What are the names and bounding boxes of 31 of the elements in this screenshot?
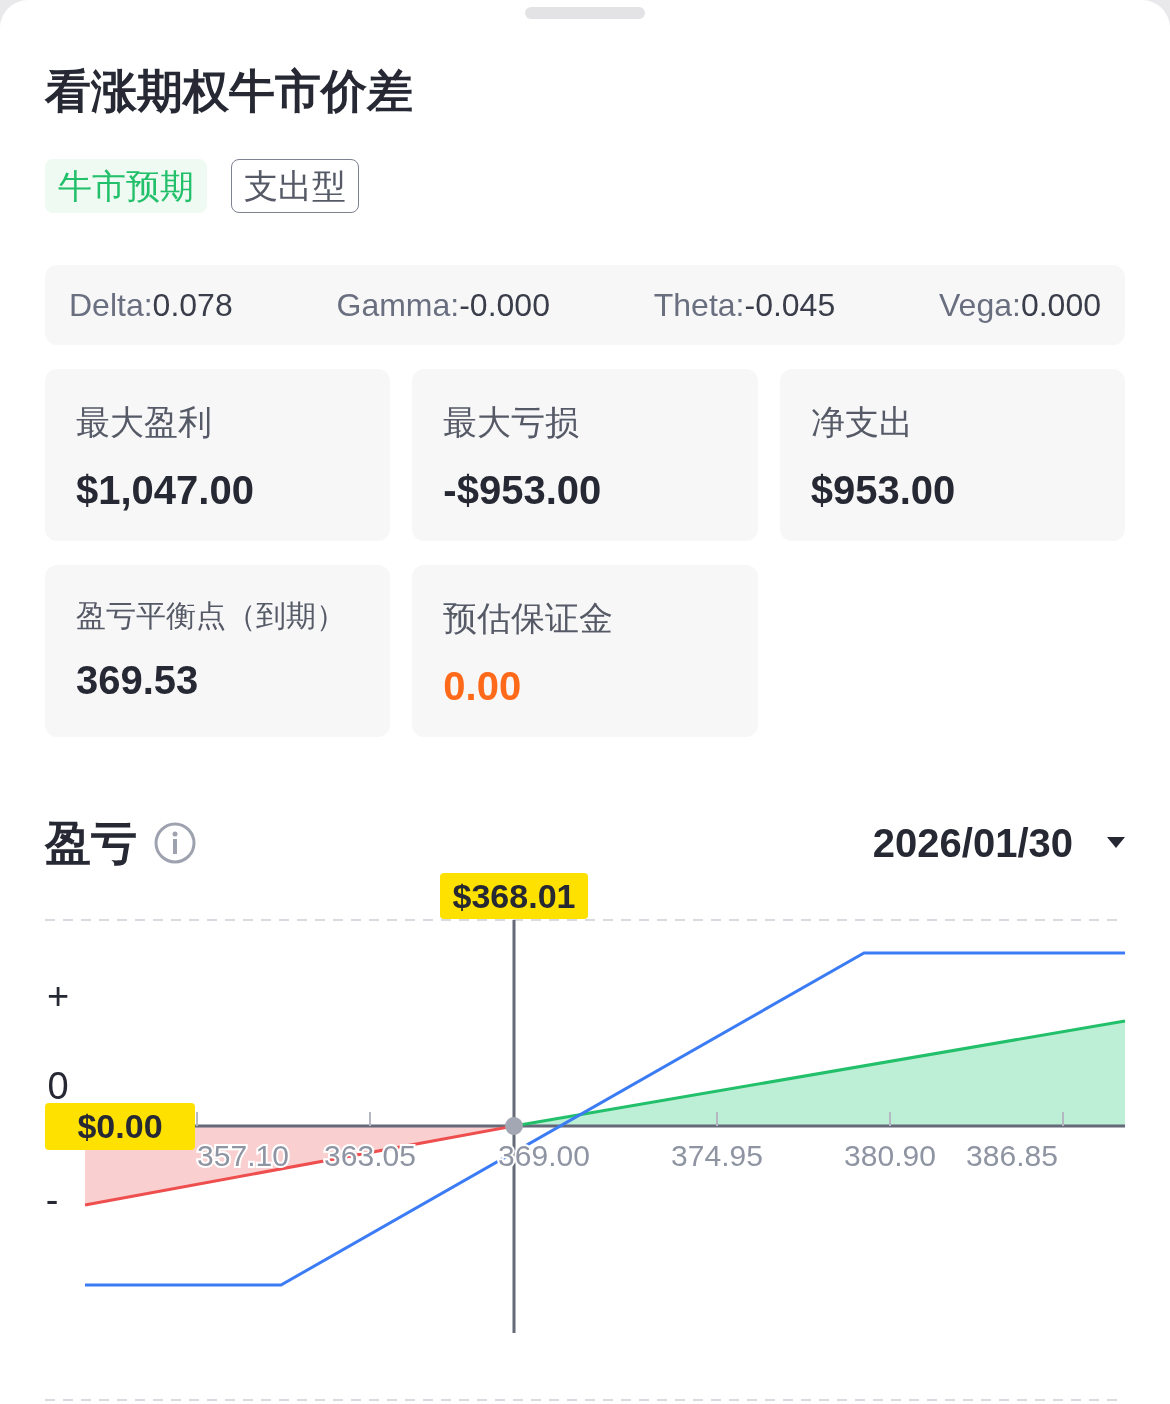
metric-value: 0.00 (443, 663, 523, 710)
strategy-tag: 支出型 (231, 159, 359, 213)
price-badge: $368.01 (440, 873, 588, 919)
metric-label: 最大亏损 (443, 402, 581, 443)
strategy-title: 看涨期权牛市价差 (45, 64, 414, 119)
y-axis-label: - (45, 1179, 59, 1221)
info-icon[interactable] (153, 821, 197, 865)
metric-label: 最大盈利 (76, 402, 213, 443)
cursor-dot (505, 1117, 523, 1135)
x-axis-label: 380.90 (844, 1139, 936, 1172)
pnl-badge: $0.00 (45, 1103, 195, 1150)
metric-value: $1,047.00 (76, 467, 255, 514)
metric-value: 369.53 (76, 657, 200, 704)
greek-value: Theta:-0.045 (653, 286, 836, 325)
greek-value: Vega:0.000 (939, 286, 1101, 325)
greek-value: Gamma:-0.000 (336, 286, 550, 325)
drag-handle[interactable] (525, 7, 645, 19)
metric-label: 预估保证金 (443, 598, 615, 639)
metric-value: -$953.00 (443, 467, 603, 514)
metric-label: 盈亏平衡点（到期） (76, 598, 347, 634)
greek-value: Delta:0.078 (69, 286, 233, 325)
x-axis-label: 357.10 (197, 1139, 289, 1172)
caret-icon (1107, 837, 1125, 849)
strategy-tag: 牛市预期 (45, 159, 207, 213)
date-dropdown[interactable]: 2026/01/30 (872, 813, 1125, 873)
x-axis-label: 374.95 (671, 1139, 763, 1172)
metric-value: $953.00 (810, 467, 957, 514)
y-axis-label: + (46, 975, 70, 1017)
metric-label: 净支出 (810, 402, 914, 443)
pnl-title: 盈亏 (45, 815, 137, 871)
x-axis-label: 386.85 (966, 1139, 1058, 1172)
